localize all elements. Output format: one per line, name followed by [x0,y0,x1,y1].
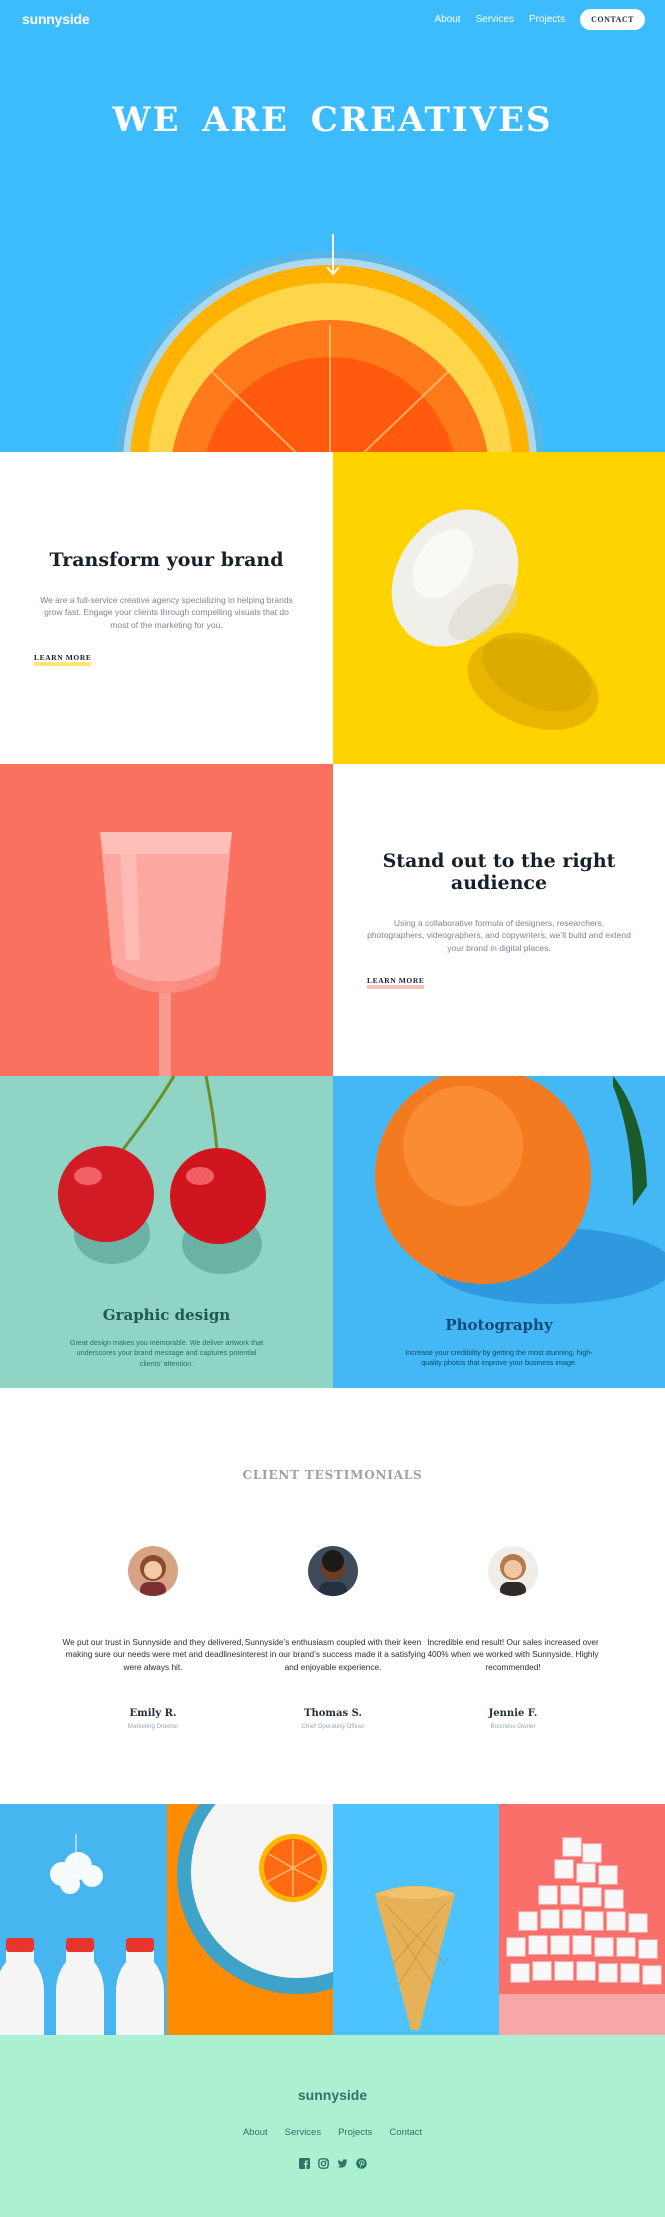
footer-links: About Services Projects Contact [0,2127,665,2138]
egg-image [333,452,665,764]
brand-title: Transform your brand [49,549,284,572]
photography-text: Photography Increase your credibility by… [333,1316,665,1369]
testimonial-name: Thomas S. [304,1708,362,1719]
testimonials-section: CLIENT TESTIMONIALS We put our trust in … [0,1388,665,1804]
gallery-sugar-cubes-image [499,1804,665,2035]
testimonial-name: Emily R. [129,1708,177,1719]
footer-logo[interactable]: sunnyside [0,2087,665,2103]
avatar-emily [128,1546,178,1596]
brand-row: Transform your brand We are a full-servi… [0,452,665,764]
testimonial-role: Business Owner [490,1723,536,1730]
nav-link-projects[interactable]: Projects [529,14,565,25]
audience-row: Stand out to the right audience Using a … [0,764,665,1076]
hero-section: WE ARE CREATIVES [0,0,665,452]
avatar-jennie [488,1546,538,1596]
footer-link-about[interactable]: About [243,2127,268,2138]
graphic-design-body: Great design makes you memorable. We del… [69,1338,264,1368]
testimonial-card: We put our trust in Sunnyside and they d… [58,1546,248,1730]
footer: sunnyside About Services Projects Contac… [0,2035,665,2217]
testimonial-card: Incredible end result! Our sales increas… [418,1546,608,1730]
top-nav: sunnyside About Services Projects CONTAC… [0,0,665,38]
avatar-thomas [308,1546,358,1596]
brand-text-block: Transform your brand We are a full-servi… [0,452,333,764]
footer-link-contact[interactable]: Contact [389,2127,422,2138]
nav-link-services[interactable]: Services [476,14,514,25]
testimonial-role: Chief Operating Officer [301,1723,365,1730]
footer-link-services[interactable]: Services [285,2127,321,2138]
arrow-down-icon[interactable] [326,234,340,276]
gallery-orange-plate-image [167,1804,333,2035]
services-row: Graphic design Great design makes you me… [0,1076,665,1388]
nav-links: About Services Projects CONTACT [434,8,645,30]
social-links [0,2156,665,2169]
testimonials-heading: CLIENT TESTIMONIALS [242,1468,423,1482]
audience-title: Stand out to the right audience [382,850,616,895]
gallery-section [0,1804,665,2035]
footer-link-projects[interactable]: Projects [338,2127,372,2138]
testimonial-quote: We put our trust in Sunnyside and they d… [62,1637,244,1672]
photography-body: Increase your credibility by getting the… [405,1348,593,1368]
brand-learn-more-link[interactable]: LEARN MORE [34,653,92,666]
photography-title: Photography [445,1316,553,1334]
graphic-design-title: Graphic design [102,1306,231,1324]
audience-body: Using a collaborative formula of designe… [367,917,631,953]
testimonial-role: Marketing Director [127,1723,179,1730]
facebook-icon[interactable] [298,2156,310,2169]
testimonial-card: Sunnyside’s enthusiasm coupled with thei… [238,1546,428,1730]
nav-link-about[interactable]: About [434,14,460,25]
testimonial-quote: Sunnyside’s enthusiasm coupled with thei… [240,1637,426,1672]
audience-text-block: Stand out to the right audience Using a … [333,764,665,1076]
audience-learn-more-link[interactable]: LEARN MORE [367,976,425,989]
contact-button[interactable]: CONTACT [580,8,645,30]
testimonial-quote: Incredible end result! Our sales increas… [427,1637,599,1672]
logo[interactable]: sunnyside [22,11,90,27]
twitter-icon[interactable] [336,2156,348,2168]
hero-title: WE ARE CREATIVES [112,100,553,140]
graphic-design-text: Graphic design Great design makes you me… [0,1306,333,1369]
gallery-ice-cream-cone-image [333,1804,499,2035]
graphic-design-card: Graphic design Great design makes you me… [0,1076,333,1388]
photography-card: Photography Increase your credibility by… [333,1076,665,1388]
instagram-icon[interactable] [317,2156,329,2169]
hero-orange-image [115,250,545,452]
gallery-milk-bottles-image [0,1804,167,2035]
testimonial-name: Jennie F. [488,1708,538,1719]
glass-image [0,764,333,1076]
pinterest-icon[interactable] [355,2156,367,2169]
brand-body: We are a full-service creative agency sp… [40,594,293,630]
